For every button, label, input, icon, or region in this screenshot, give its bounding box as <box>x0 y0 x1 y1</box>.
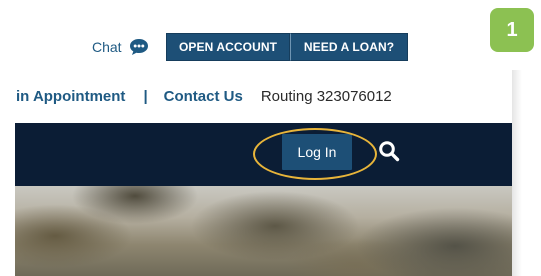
log-in-button[interactable]: Log In <box>282 134 352 170</box>
link-separator: | <box>143 87 148 105</box>
need-a-loan-button[interactable]: NEED A LOAN? <box>290 33 408 61</box>
website-screenshot: Chat OPEN ACCOUNT NEED A LOAN? in Appoin… <box>0 0 512 276</box>
step-badge: 1 <box>490 8 534 52</box>
contact-us-link[interactable]: Contact Us <box>164 88 243 105</box>
chat-link[interactable]: Chat <box>92 35 150 59</box>
search-button[interactable] <box>377 140 401 167</box>
open-account-button[interactable]: OPEN ACCOUNT <box>166 33 290 61</box>
appointment-link[interactable]: in Appointment <box>16 88 125 105</box>
secondary-links: in Appointment | Contact Us Routing 3230… <box>16 85 392 107</box>
chat-label: Chat <box>92 39 122 55</box>
main-nav-bar <box>15 123 512 186</box>
chat-bubble-icon <box>128 36 150 58</box>
card-shadow <box>512 70 522 276</box>
hero-image <box>15 186 512 276</box>
routing-number: Routing 323076012 <box>260 87 392 105</box>
search-icon <box>378 140 400 167</box>
